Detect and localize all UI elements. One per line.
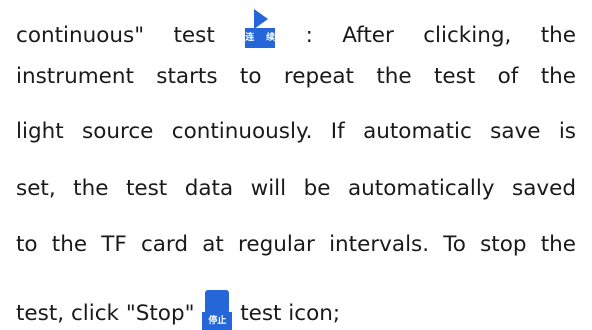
- stop-icon: [202, 286, 233, 314]
- continuous-icon-label: 连续: [245, 28, 276, 48]
- text-line-1: continuous" test 连续 : After clicking, th…: [16, 4, 576, 51]
- text-line-2: instrument starts to repeat the test of …: [16, 64, 576, 89]
- continuous-test-icon: 连续: [245, 4, 276, 48]
- text-line-6: test, click "Stop" 停止 test icon;: [16, 286, 340, 330]
- text-segment: continuous" test: [16, 23, 215, 48]
- text-line-4: set, the test data will be automatically…: [16, 176, 576, 201]
- text-line-5: to the TF card at regular intervals. To …: [16, 232, 576, 257]
- text-line-3: light source continuously. If automatic …: [16, 119, 576, 144]
- stop-icon-label: 停止: [202, 312, 233, 330]
- text-segment: : After clicking, the: [305, 23, 576, 48]
- play-icon: [245, 4, 276, 30]
- stop-test-icon: 停止: [202, 286, 233, 330]
- text-segment: test icon;: [240, 301, 341, 326]
- manual-page: continuous" test 连续 : After clicking, th…: [0, 0, 592, 330]
- text-segment: test, click "Stop": [16, 301, 195, 326]
